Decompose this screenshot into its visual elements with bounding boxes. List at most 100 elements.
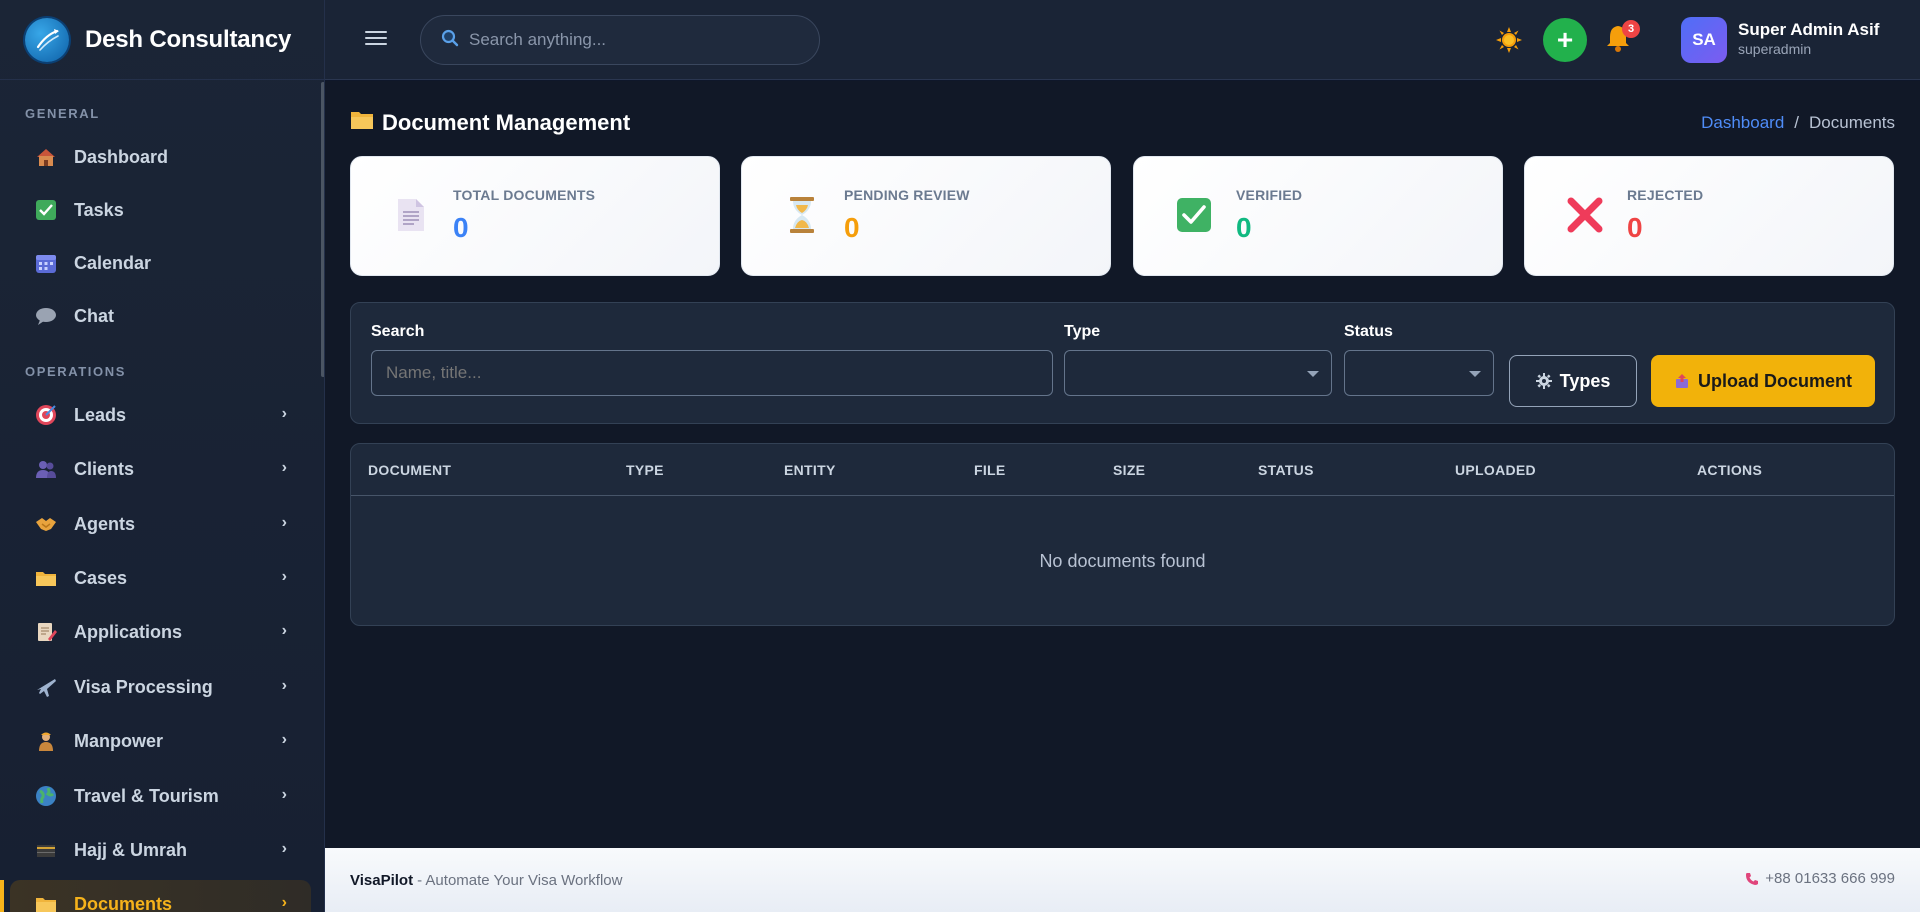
column-header-uploaded[interactable]: UPLOADED <box>1455 462 1536 478</box>
document-search-input[interactable] <box>371 350 1053 396</box>
sidebar-item-label: Calendar <box>74 252 152 273</box>
main-content: Document Management Dashboard / Documents … <box>325 81 1920 848</box>
sidebar-item-label: Manpower <box>74 730 164 751</box>
chevron-right-icon: › <box>281 677 287 694</box>
chevron-right-icon: › <box>281 405 287 422</box>
sidebar-item-label: Cases <box>74 567 128 588</box>
breadcrumb: Dashboard / Documents <box>1701 113 1895 133</box>
column-header-size[interactable]: SIZE <box>1113 462 1145 478</box>
sidebar-item-dashboard[interactable]: Dashboard <box>10 133 311 181</box>
kaaba-icon <box>34 838 58 862</box>
document-icon <box>391 195 431 235</box>
search-label: Search <box>371 323 425 340</box>
empty-state-message: No documents found <box>1039 551 1206 571</box>
people-icon <box>34 457 58 481</box>
sidebar-item-applications[interactable]: Applications › <box>10 608 311 656</box>
section-label-operations: OPERATIONS <box>25 364 126 379</box>
stat-label: REJECTED <box>1627 187 1704 203</box>
check-icon <box>1174 195 1214 235</box>
stat-card-rejected: REJECTED 0 <box>1524 156 1894 276</box>
type-select[interactable] <box>1064 350 1332 396</box>
sidebar-item-cases[interactable]: Cases › <box>10 554 311 602</box>
folder-icon <box>34 892 58 912</box>
chevron-right-icon: › <box>281 731 287 748</box>
sidebar-item-label: Travel & Tourism <box>74 785 219 806</box>
sidebar-item-clients[interactable]: Clients › <box>10 445 311 493</box>
menu-toggle-icon[interactable] <box>365 27 387 49</box>
quick-add-button[interactable]: + <box>1543 18 1587 62</box>
calendar-icon <box>34 251 58 275</box>
footer-brand[interactable]: VisaPilot <box>350 872 413 889</box>
sidebar-item-tasks[interactable]: Tasks <box>10 186 311 234</box>
sidebar-item-visa-processing[interactable]: Visa Processing › <box>10 663 311 711</box>
sidebar-item-chat[interactable]: Chat <box>10 292 311 340</box>
speech-bubble-icon <box>34 304 58 328</box>
stat-card-total-documents: TOTAL DOCUMENTS 0 <box>350 156 720 276</box>
phone-icon <box>1745 872 1765 886</box>
footer-phone[interactable]: +88 01633 666 999 <box>1745 870 1895 887</box>
sidebar-item-label: Visa Processing <box>74 676 213 697</box>
upload-document-button[interactable]: Upload Document <box>1651 355 1875 407</box>
hourglass-icon <box>782 195 822 235</box>
column-header-actions: ACTIONS <box>1697 462 1763 478</box>
search-input[interactable] <box>469 30 799 50</box>
sidebar-item-label: Applications <box>74 621 183 642</box>
folder-icon <box>34 566 58 590</box>
chevron-right-icon: › <box>281 459 287 476</box>
page-title: Document Management <box>350 109 630 137</box>
handshake-icon <box>34 512 58 536</box>
search-icon <box>441 29 459 52</box>
column-header-entity[interactable]: ENTITY <box>784 462 836 478</box>
footer-phone-number: +88 01633 666 999 <box>1765 870 1895 887</box>
sidebar-item-manpower[interactable]: Manpower › <box>10 717 311 765</box>
section-label-general: GENERAL <box>25 106 100 121</box>
types-button[interactable]: Types <box>1509 355 1637 407</box>
form-icon <box>34 620 58 644</box>
sidebar-item-documents[interactable]: Documents › <box>10 880 311 912</box>
stat-card-verified: VERIFIED 0 <box>1133 156 1503 276</box>
chevron-right-icon: › <box>281 840 287 857</box>
user-name[interactable]: Super Admin Asif <box>1738 20 1879 40</box>
user-role: superadmin <box>1738 41 1812 57</box>
brand[interactable]: Desh Consultancy <box>0 0 324 80</box>
stat-label: VERIFIED <box>1236 187 1303 203</box>
brand-name: Desh Consultancy <box>85 25 292 53</box>
stat-card-pending-review: PENDING REVIEW 0 <box>741 156 1111 276</box>
target-icon <box>34 403 58 427</box>
status-select[interactable] <box>1344 350 1494 396</box>
stat-value: 0 <box>1627 212 1643 243</box>
checkbox-icon <box>34 198 58 222</box>
upload-icon <box>1674 373 1690 389</box>
sidebar-item-label: Documents <box>74 893 173 912</box>
sidebar-item-label: Chat <box>74 305 114 326</box>
column-header-document[interactable]: DOCUMENT <box>368 462 451 478</box>
page-title-text: Document Management <box>382 110 631 135</box>
breadcrumb-link-dashboard[interactable]: Dashboard <box>1701 113 1784 132</box>
column-header-file[interactable]: FILE <box>974 462 1006 478</box>
sidebar-item-label: Tasks <box>74 199 124 220</box>
active-indicator <box>0 880 4 912</box>
column-header-type[interactable]: TYPE <box>626 462 664 478</box>
cross-icon <box>1565 195 1605 235</box>
sidebar-item-travel-tourism[interactable]: Travel & Tourism › <box>10 772 311 820</box>
folder-icon <box>350 109 374 137</box>
column-header-status[interactable]: STATUS <box>1258 462 1314 478</box>
sidebar-item-label: Hajj & Umrah <box>74 839 188 860</box>
types-button-label: Types <box>1559 370 1611 391</box>
avatar[interactable]: SA <box>1681 17 1727 63</box>
upload-button-label: Upload Document <box>1697 370 1852 391</box>
theme-toggle-sun-icon[interactable] <box>1495 26 1523 59</box>
sidebar-item-agents[interactable]: Agents › <box>10 500 311 548</box>
sidebar: Desh Consultancy GENERAL Dashboard Tasks… <box>0 0 325 912</box>
breadcrumb-current: Documents <box>1809 113 1895 132</box>
sidebar-item-leads[interactable]: Leads › <box>10 391 311 439</box>
breadcrumb-separator: / <box>1794 113 1800 132</box>
global-search[interactable] <box>420 15 820 65</box>
sidebar-item-hajj-umrah[interactable]: Hajj & Umrah › <box>10 826 311 874</box>
chevron-right-icon: › <box>281 786 287 803</box>
plus-icon: + <box>1556 24 1574 55</box>
sidebar-item-calendar[interactable]: Calendar <box>10 239 311 287</box>
documents-table: DOCUMENT TYPE ENTITY FILE SIZE STATUS UP… <box>350 443 1895 626</box>
footer: VisaPilot - Automate Your Visa Workflow … <box>325 848 1920 912</box>
chevron-right-icon: › <box>281 894 287 911</box>
